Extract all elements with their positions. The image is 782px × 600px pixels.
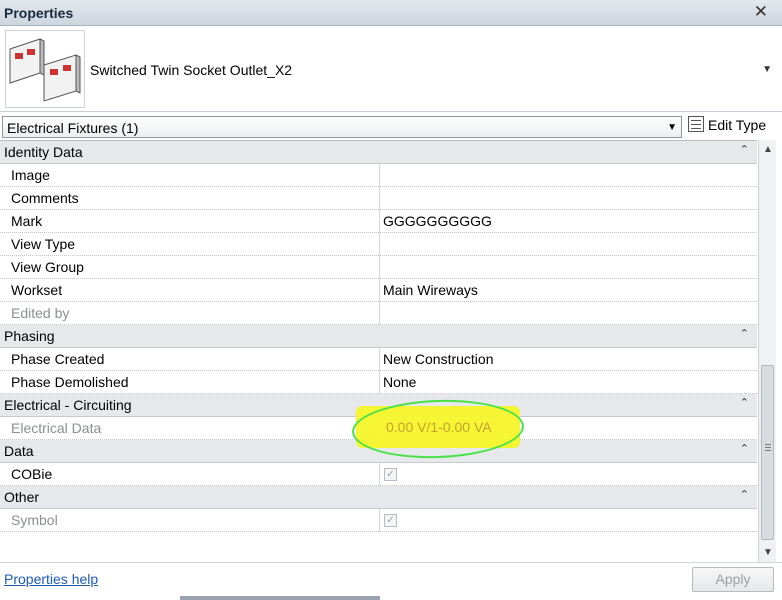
group-label: Other [4,489,40,505]
property-name: Comments [11,190,79,206]
double-chevron-up-icon[interactable]: ⌃ [740,396,749,409]
close-icon[interactable]: ✕ [754,2,768,22]
column-divider [379,509,380,532]
property-name: Symbol [11,512,58,528]
property-name: Workset [11,282,63,298]
property-row-image: Image [0,164,757,187]
column-divider [379,164,380,187]
property-row-view-group: View Group [0,256,757,279]
edit-type-button[interactable]: Edit Type [688,116,766,138]
property-name: Image [11,167,50,183]
scrollbar-thumb[interactable] [761,365,774,540]
property-row-view-type: View Type [0,233,757,256]
filter-row: Electrical Fixtures (1) ▼ Edit Type [0,114,782,140]
scroll-up-icon[interactable]: ▲ [763,144,773,155]
property-name: View Type [11,236,76,252]
property-name: View Group [11,259,84,275]
property-value[interactable]: New Construction [383,351,494,367]
property-row-cobie: COBie ✓ [0,463,757,486]
chevron-down-icon[interactable]: ▼ [762,64,772,75]
group-label: Identity Data [4,144,83,160]
column-divider [379,302,380,325]
property-row-symbol: Symbol ✓ [0,509,757,532]
property-value[interactable]: Main Wireways [383,282,478,298]
property-value[interactable]: None [383,374,416,390]
column-divider [379,210,380,233]
properties-help-link[interactable]: Properties help [4,571,98,587]
group-identity-data[interactable]: Identity Data ⌃ [0,141,757,164]
column-divider [379,256,380,279]
socket-outlet-image [9,38,81,102]
property-row-mark: Mark GGGGGGGGGG [0,210,757,233]
group-other[interactable]: Other ⌃ [0,486,757,509]
symbol-checkbox: ✓ [384,514,397,527]
double-chevron-up-icon[interactable]: ⌃ [740,143,749,156]
column-divider [379,371,380,394]
group-label: Electrical - Circuiting [4,397,132,413]
edit-type-icon [688,116,704,132]
electrical-data-value: 0.00 V/1-0.00 VA [386,419,492,435]
grip-icon [765,444,771,445]
property-row-phase-demolished: Phase Demolished None [0,371,757,394]
property-row-comments: Comments [0,187,757,210]
double-chevron-up-icon[interactable]: ⌃ [740,327,749,340]
property-name: Edited by [11,305,70,321]
category-filter-select[interactable]: Electrical Fixtures (1) ▼ [2,116,682,138]
double-chevron-up-icon[interactable]: ⌃ [740,442,749,455]
property-row-workset: Workset Main Wireways [0,279,757,302]
type-selector[interactable]: Switched Twin Socket Outlet_X2 ▼ [0,26,782,112]
type-name: Switched Twin Socket Outlet_X2 [90,62,293,78]
column-divider [379,233,380,256]
column-divider [379,187,380,210]
group-label: Phasing [4,328,55,344]
property-name: Phase Demolished [11,374,129,390]
window-title: Properties [4,5,74,21]
property-value[interactable]: GGGGGGGGGG [383,213,492,229]
scroll-down-icon[interactable]: ▼ [763,547,773,558]
group-phasing[interactable]: Phasing ⌃ [0,325,757,348]
chevron-down-icon: ▼ [667,122,677,133]
column-divider [379,463,380,486]
cobie-checkbox[interactable]: ✓ [384,468,397,481]
group-label: Data [4,443,34,459]
apply-button[interactable]: Apply [692,567,774,592]
property-row-edited-by: Edited by [0,302,757,325]
column-divider [379,279,380,302]
category-filter-value: Electrical Fixtures (1) [7,120,139,136]
property-name: Phase Created [11,351,105,367]
column-divider [379,348,380,371]
family-thumbnail [5,30,85,108]
vertical-scrollbar[interactable]: ▲ ▼ [758,140,776,562]
property-name: Electrical Data [11,420,102,436]
property-name: Mark [11,213,43,229]
property-row-phase-created: Phase Created New Construction [0,348,757,371]
property-grid: Identity Data ⌃ Image Comments Mark GGGG… [0,140,757,532]
background-strip [180,596,380,600]
edit-type-label: Edit Type [708,117,767,133]
footer: Properties help Apply [0,562,782,600]
double-chevron-up-icon[interactable]: ⌃ [740,488,749,501]
title-bar: Properties ✕ [0,0,782,26]
property-name: COBie [11,466,53,482]
